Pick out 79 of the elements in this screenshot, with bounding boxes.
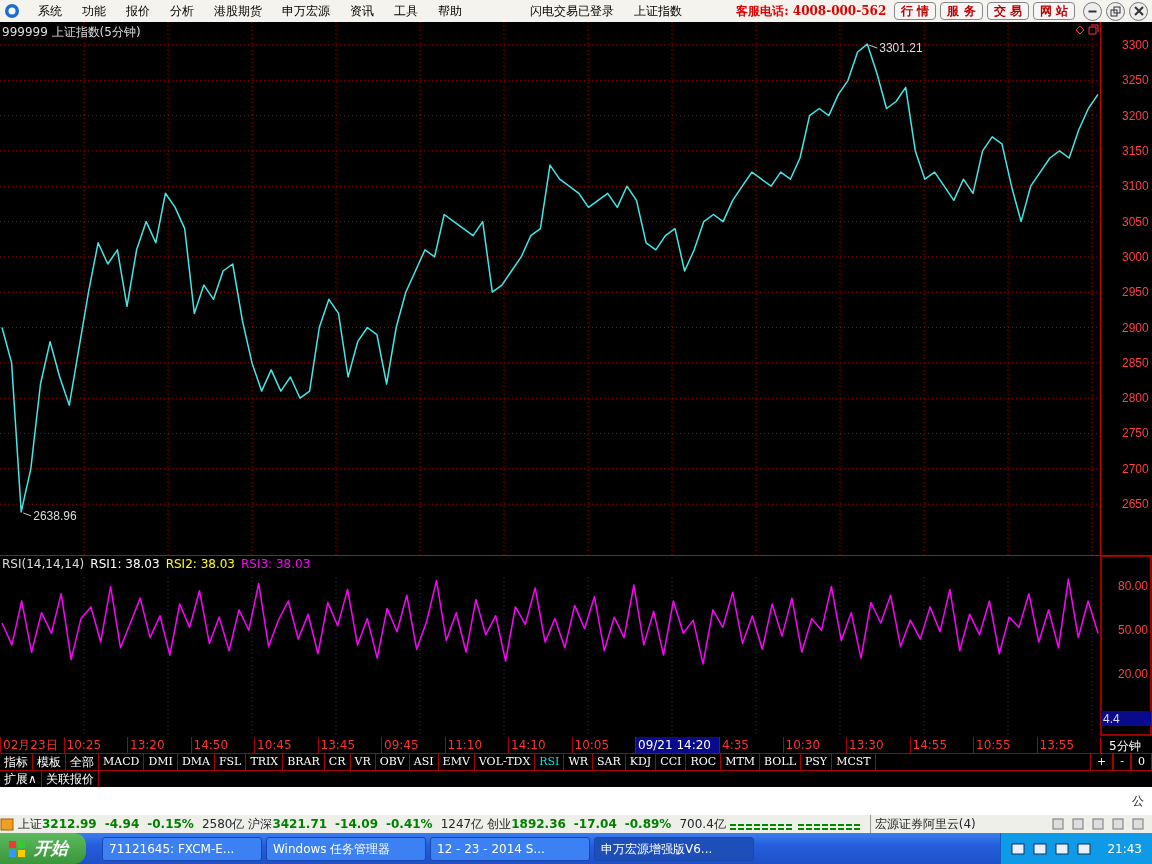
indicator-reading: RSI1: 38.03 — [90, 557, 160, 571]
menu-item[interactable]: 申万宏源 — [272, 2, 340, 20]
axis-label: 2700 — [1122, 461, 1149, 476]
menu-item[interactable]: 系统 — [28, 2, 72, 20]
taskbar-button[interactable]: Windows 任务管理器 — [266, 836, 426, 861]
axis-label: 2950 — [1122, 285, 1149, 300]
index-volume: 700.4亿 — [679, 816, 726, 833]
axis-label: 2800 — [1122, 391, 1149, 406]
hotline-text: 客服电话: 4008-000-562 — [736, 3, 887, 20]
axis-label: 3000 — [1122, 249, 1149, 264]
value-box: 4.4 — [1101, 711, 1151, 726]
axis-label: 3100 — [1122, 179, 1149, 194]
axis-label: 3150 — [1122, 143, 1149, 158]
zoom-button[interactable]: - — [1113, 754, 1131, 770]
menu-item[interactable]: 功能 — [72, 2, 116, 20]
axis-label: 50.00 — [1118, 623, 1149, 638]
axis-label: 80.00 — [1118, 579, 1149, 594]
axis-label: 3200 — [1122, 108, 1149, 123]
time-label: 09/21 14:20 — [635, 737, 719, 753]
index-change: -14.09 — [335, 816, 378, 833]
service-button[interactable]: 服 务 — [940, 2, 983, 20]
menu-item[interactable]: 资讯 — [340, 2, 384, 20]
index-change: -4.94 — [104, 816, 140, 833]
indicator-reading: RSI3: 38.03 — [241, 557, 311, 571]
zoom-button[interactable]: + — [1090, 754, 1114, 770]
restore-button[interactable] — [1106, 1, 1125, 21]
axis-label: 2650 — [1122, 497, 1149, 512]
axis-label: 2900 — [1122, 320, 1149, 335]
service-button[interactable]: 网 站 — [1032, 2, 1075, 20]
input-method-text: 公 — [1132, 793, 1144, 810]
axis-label: 3250 — [1122, 73, 1149, 88]
menu-item[interactable]: 工具 — [384, 2, 428, 20]
axis-label: 2850 — [1122, 355, 1149, 370]
index-name: 沪深 — [248, 816, 273, 833]
diamond-icon — [1075, 25, 1085, 35]
windows-logo-icon — [8, 839, 26, 858]
app-logo-icon — [4, 3, 20, 19]
index-name: 上证 — [18, 816, 42, 833]
index-price: 3421.71 — [272, 816, 328, 833]
restore-icon — [1110, 5, 1121, 17]
annotation-label: 2638.96 — [33, 508, 77, 523]
folder-icon[interactable] — [0, 817, 14, 831]
menu-item[interactable]: 帮助 — [428, 2, 472, 20]
service-button[interactable]: 交 易 — [986, 2, 1029, 20]
minimize-icon — [1088, 9, 1097, 13]
taskbar-button[interactable]: 12 - 23 - 2014 S... — [430, 836, 590, 861]
indicator-reading: RSI2: 38.03 — [165, 557, 235, 571]
leader-line — [22, 512, 32, 517]
axis-label: 3050 — [1122, 214, 1149, 229]
close-icon — [1133, 6, 1144, 16]
axis-label: 2750 — [1122, 426, 1149, 441]
index-percent: -0.89% — [624, 816, 672, 833]
menu-item[interactable]: 分析 — [160, 2, 204, 20]
index-name: 创业 — [487, 816, 512, 833]
window-icon — [1088, 24, 1099, 35]
clock-text: 21:43 — [1107, 840, 1142, 858]
menu-item[interactable]: 报价 — [116, 2, 160, 20]
taskbar-button[interactable]: 71121645: FXCM-E... — [102, 836, 262, 861]
index-volume: 2580亿 — [201, 816, 245, 833]
status-text: 上证指数 — [633, 3, 683, 20]
minimize-button[interactable] — [1083, 1, 1102, 21]
close-button[interactable] — [1129, 1, 1148, 21]
status-text: 闪电交易已登录 — [529, 3, 615, 20]
index-percent: -0.41% — [386, 816, 433, 833]
annotation-label: 3301.21 — [879, 41, 923, 56]
service-button[interactable]: 行 情 — [894, 2, 937, 20]
taskbar-button[interactable]: 申万宏源增强版V6... — [594, 836, 754, 861]
zoom-button[interactable]: 0 — [1131, 754, 1152, 770]
index-price: 3212.99 — [42, 816, 97, 833]
indicator-label: RSI(14,14,14) — [2, 557, 85, 571]
menu-item[interactable]: 港股期货 — [204, 2, 272, 20]
chart-title: 999999 上证指数(5分钟) — [2, 25, 141, 39]
index-price: 1892.36 — [511, 816, 566, 833]
index-change: -17.04 — [573, 816, 617, 833]
leader-line — [868, 44, 878, 49]
index-volume: 1247亿 — [440, 816, 484, 833]
axis-label: 20.00 — [1118, 667, 1149, 682]
axis-label: 3300 — [1122, 37, 1149, 52]
index-percent: -0.15% — [147, 816, 194, 833]
